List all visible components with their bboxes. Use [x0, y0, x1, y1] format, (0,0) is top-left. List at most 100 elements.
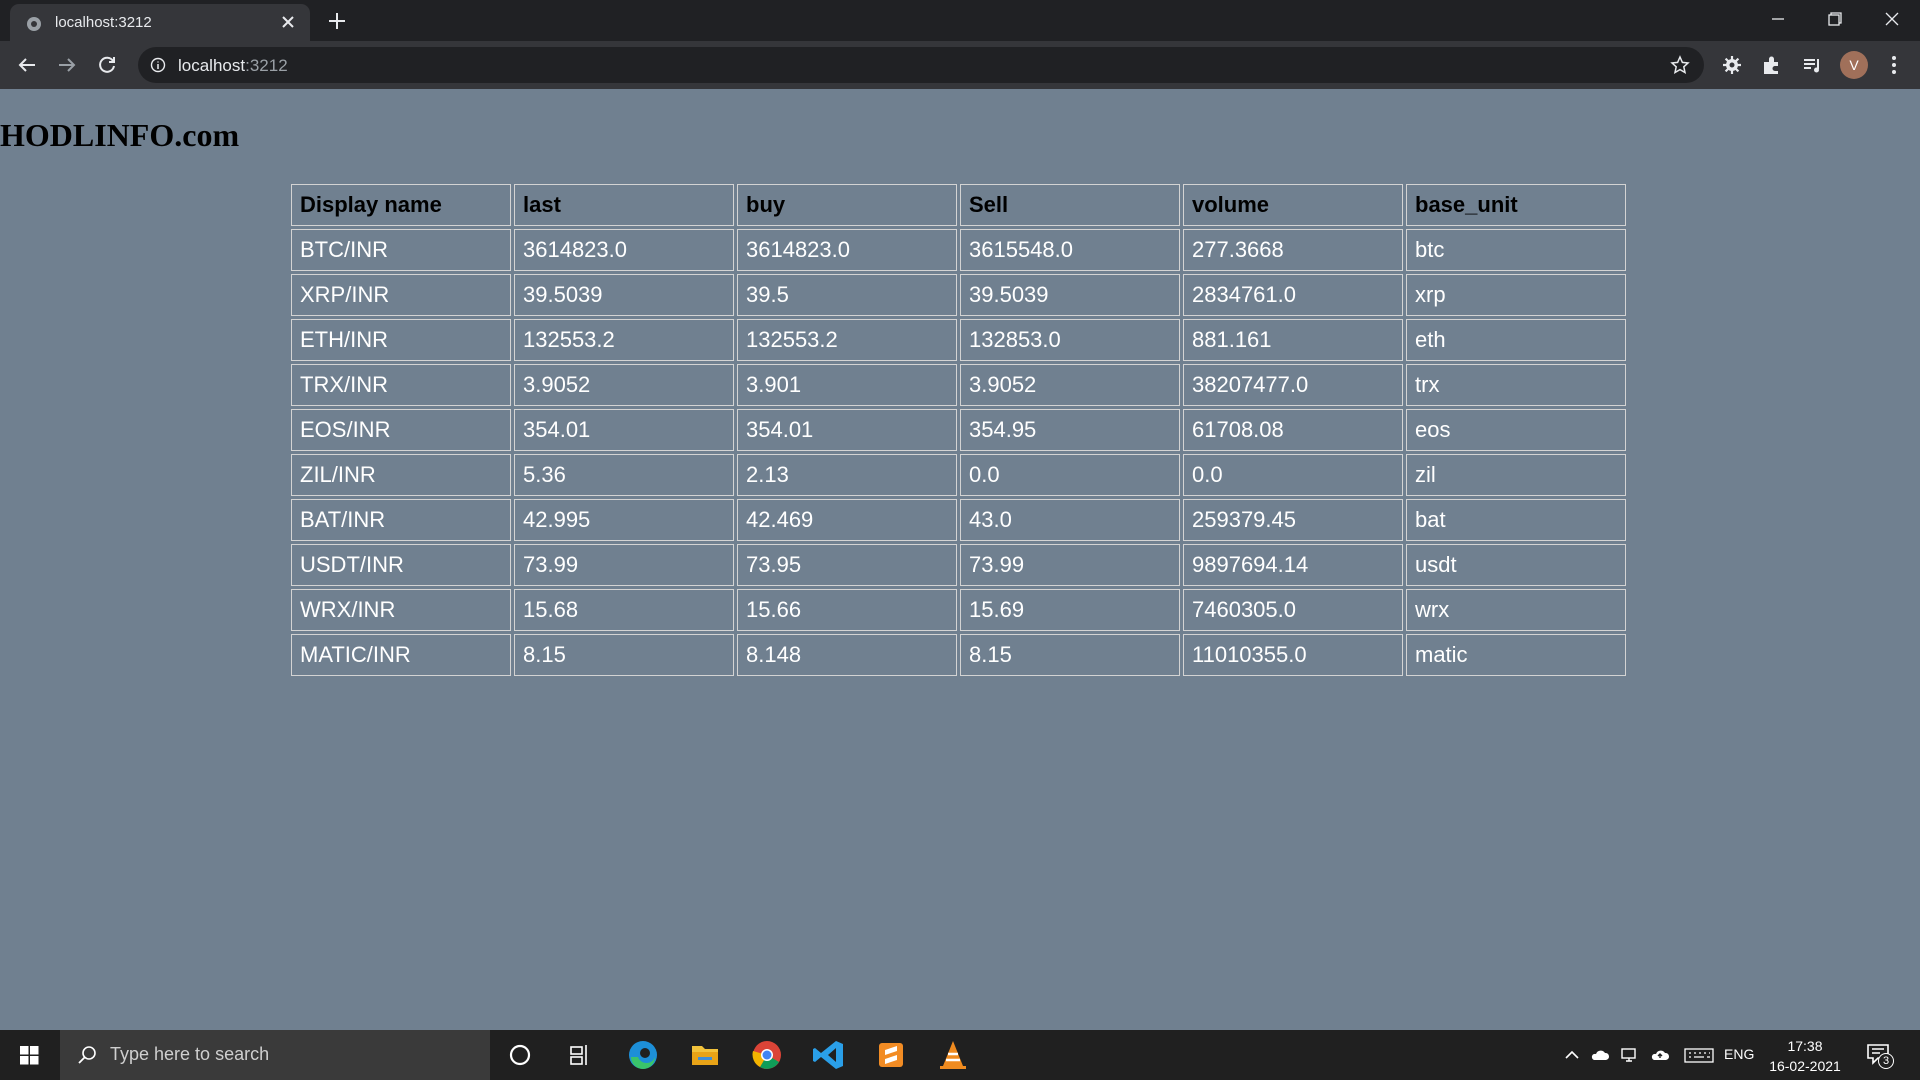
table-cell: 354.01	[514, 409, 734, 451]
file-explorer-icon[interactable]	[676, 1030, 734, 1080]
sublime-text-icon[interactable]	[862, 1030, 920, 1080]
system-clock[interactable]: 17:38 16-02-2021	[1760, 1036, 1850, 1076]
chrome-icon[interactable]	[738, 1030, 796, 1080]
profile-avatar[interactable]: V	[1840, 51, 1868, 79]
new-tab-icon[interactable]	[326, 10, 348, 32]
table-cell: matic	[1406, 634, 1626, 676]
clock-time: 17:38	[1787, 1038, 1823, 1054]
keyboard-icon[interactable]	[1684, 1045, 1714, 1065]
table-cell: eth	[1406, 319, 1626, 361]
show-hidden-icons-icon[interactable]	[1562, 1045, 1582, 1065]
globe-icon	[27, 17, 41, 31]
taskbar-search[interactable]: Type here to search	[60, 1030, 490, 1080]
table-row: ZIL/INR 5.36 2.13 0.0 0.0 zil	[291, 454, 1626, 496]
page-content: HODLINFO.com Display name last buy Sell …	[0, 89, 1920, 1030]
tab-strip: localhost:3212	[0, 0, 1920, 41]
edge-icon[interactable]	[614, 1030, 672, 1080]
table-cell: 39.5	[737, 274, 957, 316]
table-row: XRP/INR 39.5039 39.5 39.5039 2834761.0 xrp	[291, 274, 1626, 316]
action-center-button[interactable]: 3	[1866, 1043, 1894, 1069]
vscode-icon[interactable]	[800, 1030, 858, 1080]
onedrive-icon[interactable]	[1590, 1045, 1610, 1065]
extensions-puzzle-icon[interactable]	[1761, 54, 1783, 76]
close-tab-icon[interactable]	[278, 12, 298, 32]
table-cell: 8.15	[514, 634, 734, 676]
input-language[interactable]: ENG	[1724, 1046, 1754, 1062]
windows-start-icon[interactable]	[0, 1030, 60, 1080]
address-bar[interactable]: localhost:3212	[138, 47, 1704, 83]
info-icon[interactable]	[150, 57, 166, 73]
table-cell: trx	[1406, 364, 1626, 406]
table-row: ETH/INR 132553.2 132553.2 132853.0 881.161 et…	[291, 319, 1626, 361]
table-cell: XRP/INR	[291, 274, 511, 316]
vlc-icon[interactable]	[924, 1030, 982, 1080]
table-row: WRX/INR 15.68 15.66 15.69 7460305.0 wrx	[291, 589, 1626, 631]
table-cell: 3.9052	[514, 364, 734, 406]
table-row: USDT/INR 73.99 73.95 73.99 9897694.14 usdt	[291, 544, 1626, 586]
table-cell: 881.161	[1183, 319, 1403, 361]
table-cell: 42.995	[514, 499, 734, 541]
table-row: BAT/INR 42.995 42.469 43.0 259379.45 bat	[291, 499, 1626, 541]
table-cell: 73.99	[960, 544, 1180, 586]
taskbar: Type here to search ENG 17:38 16-02-2021…	[0, 1030, 1920, 1080]
table-cell: 0.0	[960, 454, 1180, 496]
table-cell: 5.36	[514, 454, 734, 496]
search-icon	[78, 1046, 96, 1064]
table-cell: USDT/INR	[291, 544, 511, 586]
column-header: base_unit	[1406, 184, 1626, 226]
column-header: volume	[1183, 184, 1403, 226]
network-icon[interactable]	[1620, 1045, 1640, 1065]
table-cell: 61708.08	[1183, 409, 1403, 451]
menu-kebab-icon[interactable]	[1883, 54, 1905, 76]
table-cell: 132553.2	[514, 319, 734, 361]
table-row: EOS/INR 354.01 354.01 354.95 61708.08 eos	[291, 409, 1626, 451]
column-header: Display name	[291, 184, 511, 226]
table-cell: ZIL/INR	[291, 454, 511, 496]
table-cell: wrx	[1406, 589, 1626, 631]
table-cell: 2834761.0	[1183, 274, 1403, 316]
table-cell: 259379.45	[1183, 499, 1403, 541]
table-cell: MATIC/INR	[291, 634, 511, 676]
cortana-icon[interactable]	[491, 1030, 549, 1080]
table-cell: BTC/INR	[291, 229, 511, 271]
reload-icon[interactable]	[93, 51, 121, 79]
table-cell: 11010355.0	[1183, 634, 1403, 676]
table-cell: xrp	[1406, 274, 1626, 316]
tab-title: localhost:3212	[55, 14, 152, 31]
table-cell: 73.99	[514, 544, 734, 586]
table-cell: TRX/INR	[291, 364, 511, 406]
table-row: MATIC/INR 8.15 8.148 8.15 11010355.0 matic	[291, 634, 1626, 676]
table-cell: 15.68	[514, 589, 734, 631]
table-cell: 8.148	[737, 634, 957, 676]
table-cell: zil	[1406, 454, 1626, 496]
table-cell: EOS/INR	[291, 409, 511, 451]
table-cell: 39.5039	[960, 274, 1180, 316]
media-playlist-icon[interactable]	[1801, 54, 1823, 76]
url-port: :3212	[245, 56, 288, 75]
table-cell: 3615548.0	[960, 229, 1180, 271]
table-row: TRX/INR 3.9052 3.901 3.9052 38207477.0 trx	[291, 364, 1626, 406]
window-close-icon[interactable]	[1864, 0, 1920, 38]
table-cell: ETH/INR	[291, 319, 511, 361]
table-body: BTC/INR 3614823.0 3614823.0 3615548.0 277.36…	[291, 229, 1626, 676]
cloud-upload-icon[interactable]	[1650, 1045, 1670, 1065]
table-cell: 15.69	[960, 589, 1180, 631]
url-text[interactable]: localhost:3212	[178, 56, 288, 76]
extension-gear-icon[interactable]	[1721, 54, 1743, 76]
table-cell: 39.5039	[514, 274, 734, 316]
task-view-icon[interactable]	[551, 1030, 609, 1080]
browser-tab[interactable]: localhost:3212	[10, 4, 310, 41]
table-cell: 132553.2	[737, 319, 957, 361]
table-cell: 42.469	[737, 499, 957, 541]
restore-icon[interactable]	[1806, 0, 1862, 38]
minimize-icon[interactable]	[1750, 0, 1806, 38]
crypto-table: Display name last buy Sell volume base_u…	[288, 181, 1629, 679]
back-icon[interactable]	[13, 51, 41, 79]
table-cell: 8.15	[960, 634, 1180, 676]
bookmark-star-icon[interactable]	[1670, 55, 1690, 75]
column-header: Sell	[960, 184, 1180, 226]
table-cell: 277.3668	[1183, 229, 1403, 271]
forward-icon[interactable]	[53, 51, 81, 79]
table-cell: 3614823.0	[514, 229, 734, 271]
table-cell: 3614823.0	[737, 229, 957, 271]
